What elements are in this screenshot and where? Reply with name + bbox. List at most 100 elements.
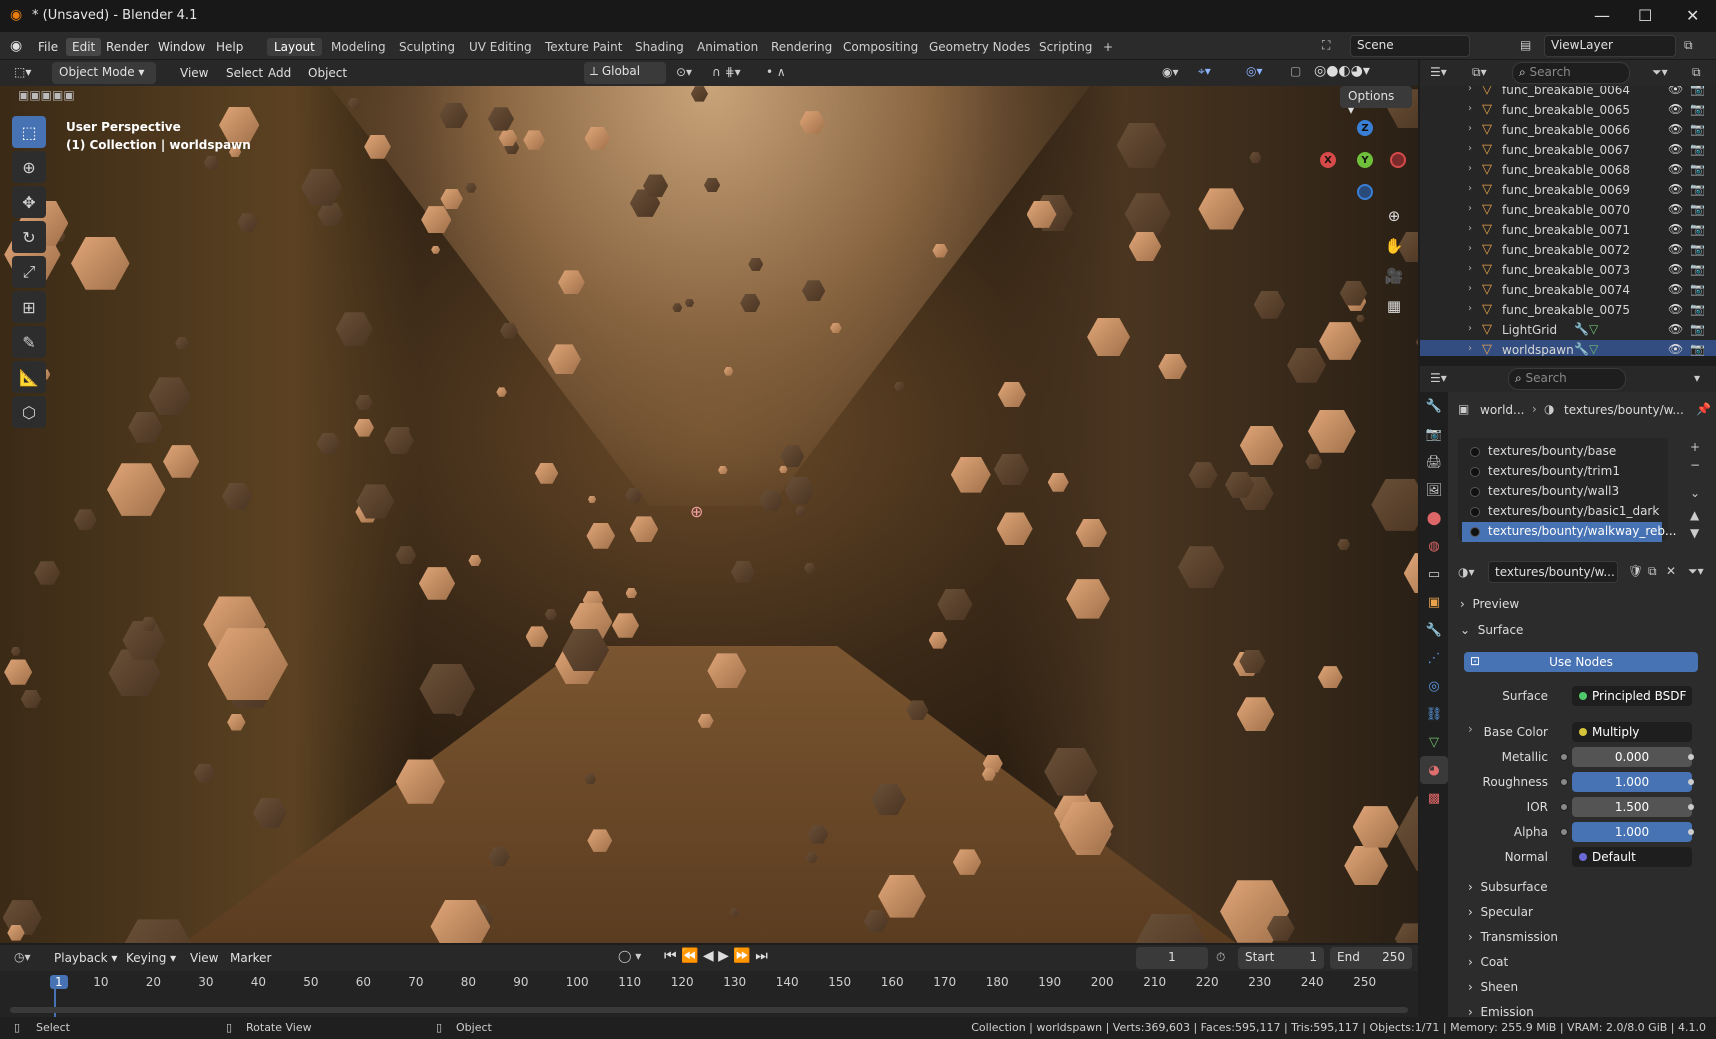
view-layer-tab-icon[interactable]: 🖼 [1420, 476, 1448, 504]
outliner-row[interactable]: › ▽ func_breakable_0064 👁 📷 [1420, 86, 1716, 100]
material-slot[interactable]: textures/bounty/base [1462, 442, 1662, 462]
tab-scripting[interactable]: Scripting [1032, 38, 1099, 56]
world-tab-icon[interactable]: ◍ [1420, 532, 1448, 560]
menu-file[interactable]: File [32, 38, 64, 56]
view-layer-field[interactable]: ViewLayer [1544, 35, 1676, 57]
modifier-data-icon[interactable]: 🔧▽ [1574, 342, 1598, 356]
ior-socket-icon[interactable] [1560, 803, 1568, 811]
eye-icon[interactable]: 👁 [1668, 162, 1683, 176]
add-workspace-button[interactable]: + [1096, 38, 1120, 56]
gizmo-x-axis[interactable]: X [1320, 152, 1336, 168]
browse-material-icon[interactable]: ◑▾ [1458, 565, 1475, 579]
scene-icon[interactable]: ⛶ [1322, 38, 1330, 53]
annotate-tool-icon[interactable]: ✎ [12, 326, 46, 358]
material-slot[interactable]: textures/bounty/trim1 [1462, 462, 1662, 482]
slot-menu-icon[interactable]: ⌄ [1690, 486, 1700, 500]
chevron-right-icon[interactable]: › [1468, 343, 1472, 354]
subpanel-subsurface[interactable]: › Subsurface [1468, 880, 1548, 894]
cursor-tool-icon[interactable]: ⊕ [12, 151, 46, 183]
blender-menu-icon[interactable]: ◉ [10, 38, 22, 54]
menu-render[interactable]: Render [100, 38, 155, 56]
camera-icon[interactable]: 📷 [1690, 122, 1705, 136]
alpha-keyframe-icon[interactable] [1688, 829, 1694, 835]
camera-icon[interactable]: 📷 [1690, 162, 1705, 176]
filter-icon[interactable]: ⏷▾ [1652, 65, 1668, 80]
ior-keyframe-icon[interactable] [1688, 804, 1694, 810]
camera-icon[interactable]: 📷 [1690, 342, 1705, 356]
chevron-right-icon[interactable]: › [1468, 183, 1472, 194]
navigation-gizmo[interactable]: Z X Y [1320, 118, 1410, 208]
clock-icon[interactable]: ⏱ [1216, 950, 1225, 965]
camera-icon[interactable]: 📷 [1690, 202, 1705, 216]
auto-keying-icon[interactable]: ◯ ▾ [618, 949, 641, 963]
scene-field[interactable]: Scene [1350, 35, 1470, 57]
tab-animation[interactable]: Animation [690, 38, 765, 56]
outliner-row[interactable]: › ▽ func_breakable_0074 👁 📷 [1420, 280, 1716, 300]
subpanel-sheen[interactable]: › Sheen [1468, 980, 1518, 994]
remove-slot-icon[interactable]: − [1690, 458, 1700, 472]
roughness-keyframe-icon[interactable] [1688, 779, 1694, 785]
gizmo-neg-z-axis[interactable] [1357, 184, 1373, 200]
subpanel-coat[interactable]: › Coat [1468, 955, 1508, 969]
modifier-data-icon[interactable]: 🔧▽ [1574, 322, 1598, 336]
minimize-button[interactable]: — [1594, 6, 1610, 25]
overlays-toggle-icon[interactable]: ◎▾ [1246, 64, 1263, 78]
properties-editor-icon[interactable]: ☰▾ [1430, 371, 1447, 385]
particles-tab-icon[interactable]: ⋰ [1420, 644, 1448, 672]
xray-icon[interactable]: ▢ [1290, 64, 1301, 78]
options-dropdown[interactable]: Options ▾ [1340, 86, 1412, 117]
menu-help[interactable]: Help [210, 38, 249, 56]
selection-mode-icons[interactable]: ▣▣▣▣▣ [18, 88, 75, 102]
timeline-scrollbar[interactable] [10, 1007, 1408, 1013]
tool-tab-icon[interactable]: 🔧 [1420, 392, 1448, 420]
camera-icon[interactable]: 📷 [1690, 102, 1705, 116]
outliner-row[interactable]: › ▽ func_breakable_0070 👁 📷 [1420, 200, 1716, 220]
roughness-socket-icon[interactable] [1560, 778, 1568, 786]
move-slot-down-icon[interactable]: ▼ [1690, 526, 1699, 540]
camera-icon[interactable]: 📷 [1690, 222, 1705, 236]
timeline-menu-marker[interactable]: Marker [224, 949, 277, 967]
preview-panel-header[interactable]: › Preview [1460, 597, 1519, 611]
camera-icon[interactable]: 📷 [1690, 282, 1705, 296]
camera-icon[interactable]: 📷 [1690, 182, 1705, 196]
metallic-keyframe-icon[interactable] [1688, 754, 1694, 760]
physics-tab-icon[interactable]: ◎ [1420, 672, 1448, 700]
tab-layout[interactable]: Layout [267, 38, 322, 56]
timeline-menu-playback[interactable]: Playback ▾ [48, 949, 123, 967]
chevron-right-icon[interactable]: › [1468, 123, 1472, 134]
end-frame-field[interactable]: End 250 [1330, 947, 1412, 969]
metallic-socket-icon[interactable] [1560, 753, 1568, 761]
shading-modes-icon[interactable]: ◎●◐◕▾ [1314, 63, 1370, 79]
outliner-row[interactable]: › ▽ func_breakable_0069 👁 📷 [1420, 180, 1716, 200]
rotate-tool-icon[interactable]: ↻ [12, 221, 46, 253]
material-slot[interactable]: textures/bounty/wall3 [1462, 482, 1662, 502]
duplicate-material-icon[interactable]: ⧉ [1648, 564, 1657, 579]
eye-icon[interactable]: 👁 [1668, 142, 1683, 156]
timeline[interactable]: 1 10 20 30 40 50 60 70 80 90 100 110 120 130 140 150 160… [0, 971, 1418, 1017]
view-layer-icon[interactable]: ▤ [1520, 38, 1531, 52]
transform-orientation-dropdown[interactable]: ⟂ Global [584, 62, 666, 84]
add-slot-icon[interactable]: + [1690, 440, 1700, 454]
move-slot-up-icon[interactable]: ▲ [1690, 508, 1699, 522]
outliner-row[interactable]: › ▽ func_breakable_0071 👁 📷 [1420, 220, 1716, 240]
select-box-tool-icon[interactable]: ⬚ [12, 116, 46, 148]
pivot-point-icon[interactable]: ⊙▾ [676, 65, 692, 79]
3d-cursor-icon[interactable]: ⊕ [690, 502, 703, 521]
gizmo-y-axis[interactable]: Y [1357, 152, 1373, 168]
outliner-search-input[interactable]: ⌕ Search [1512, 62, 1630, 84]
3d-viewport[interactable]: ⊕ [0, 86, 1418, 943]
camera-icon[interactable]: 📷 [1690, 142, 1705, 156]
render-tab-icon[interactable]: 📷 [1420, 420, 1448, 448]
outliner[interactable]: › ▽ func_breakable_0064 👁 📷 › ▽ func_breakable_… [1420, 86, 1716, 356]
chevron-right-icon[interactable]: › [1468, 303, 1472, 314]
chevron-right-icon[interactable]: › [1468, 223, 1472, 234]
gizmo-toggle-icon[interactable]: ⌖▾ [1198, 64, 1211, 79]
surface-panel-header[interactable]: ⌄ Surface [1460, 623, 1523, 637]
tab-shading[interactable]: Shading [628, 38, 691, 56]
chevron-right-icon[interactable]: › [1468, 323, 1472, 334]
outliner-row[interactable]: › ▽ worldspawn 🔧▽ 👁 📷 [1420, 340, 1716, 356]
use-nodes-button[interactable]: ⊡ Use Nodes [1464, 652, 1698, 672]
pin-icon[interactable]: 📌 [1696, 402, 1711, 416]
alpha-field[interactable]: 1.000 [1572, 822, 1692, 842]
eye-icon[interactable]: 👁 [1668, 282, 1683, 296]
